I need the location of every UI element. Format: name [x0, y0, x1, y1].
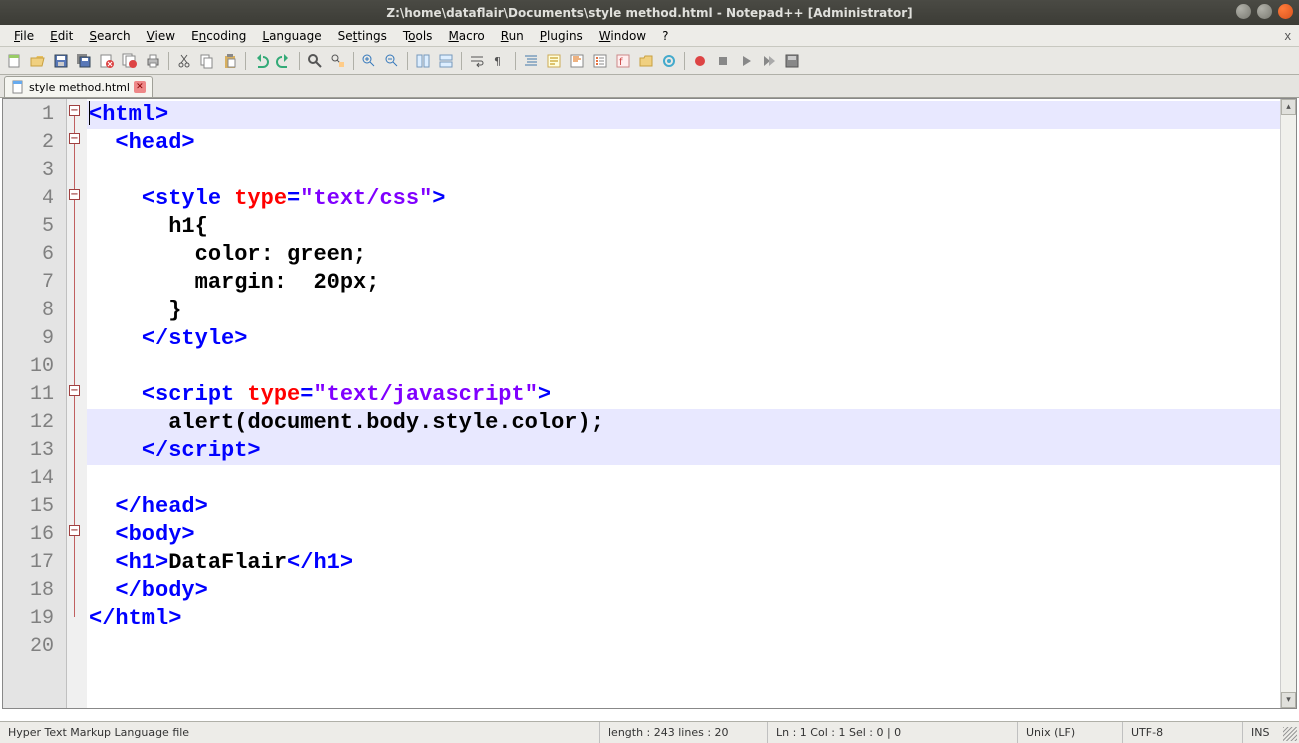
fold-column[interactable]: − − − − −	[67, 99, 87, 708]
minimize-button[interactable]	[1236, 4, 1251, 19]
menu-window[interactable]: Window	[591, 27, 654, 45]
save-macro-button[interactable]	[781, 50, 803, 72]
wordwrap-button[interactable]	[466, 50, 488, 72]
copy-button[interactable]	[196, 50, 218, 72]
doc-list-button[interactable]	[589, 50, 611, 72]
svg-text:¶: ¶	[494, 55, 501, 68]
udl-button[interactable]	[543, 50, 565, 72]
indent-guide-button[interactable]	[520, 50, 542, 72]
menu-edit[interactable]: Edit	[42, 27, 81, 45]
status-bar: Hyper Text Markup Language file length :…	[0, 721, 1299, 743]
code-area[interactable]: <html> <head> <style type="text/css"> h1…	[87, 99, 1296, 708]
toolbar-separator	[461, 52, 462, 70]
open-file-button[interactable]	[27, 50, 49, 72]
toolbar-separator	[299, 52, 300, 70]
zoom-in-button[interactable]	[358, 50, 380, 72]
fold-toggle[interactable]: −	[69, 385, 80, 396]
zoom-out-button[interactable]	[381, 50, 403, 72]
print-button[interactable]	[142, 50, 164, 72]
toolbar-separator	[684, 52, 685, 70]
file-tab[interactable]: style method.html ✕	[4, 76, 153, 97]
file-icon	[11, 80, 25, 94]
new-file-button[interactable]	[4, 50, 26, 72]
fold-toggle[interactable]: −	[69, 525, 80, 536]
monitor-button[interactable]	[658, 50, 680, 72]
menu-search[interactable]: Search	[81, 27, 138, 45]
tab-filename: style method.html	[29, 81, 130, 94]
toolbar-separator	[245, 52, 246, 70]
func-list-button[interactable]: f	[612, 50, 634, 72]
fold-toggle[interactable]: −	[69, 189, 80, 200]
menu-tools[interactable]: Tools	[395, 27, 441, 45]
editor-area[interactable]: 123 456 789 101112 131415 161718 1920 − …	[2, 98, 1297, 709]
play-multi-button[interactable]	[758, 50, 780, 72]
close-file-button[interactable]	[96, 50, 118, 72]
vertical-scrollbar[interactable]: ▴ ▾	[1280, 99, 1296, 708]
save-button[interactable]	[50, 50, 72, 72]
save-all-button[interactable]	[73, 50, 95, 72]
resize-grip[interactable]	[1283, 727, 1297, 741]
menu-macro[interactable]: Macro	[440, 27, 492, 45]
menubar-close-x[interactable]: x	[1285, 28, 1292, 43]
scroll-down-button[interactable]: ▾	[1281, 692, 1296, 708]
record-macro-button[interactable]	[689, 50, 711, 72]
tab-bar: style method.html ✕	[0, 75, 1299, 98]
toolbar-separator	[407, 52, 408, 70]
doc-map-button[interactable]	[566, 50, 588, 72]
redo-button[interactable]	[273, 50, 295, 72]
replace-button[interactable]	[327, 50, 349, 72]
line-number-gutter: 123 456 789 101112 131415 161718 1920	[3, 99, 67, 708]
tab-close-button[interactable]: ✕	[134, 81, 146, 93]
status-length: length : 243 lines : 20	[600, 722, 768, 743]
window-title: Z:\home\dataflair\Documents\style method…	[386, 6, 912, 20]
paste-button[interactable]	[219, 50, 241, 72]
toolbar: ¶ f	[0, 47, 1299, 75]
menu-view[interactable]: View	[139, 27, 183, 45]
window-titlebar: Z:\home\dataflair\Documents\style method…	[0, 0, 1299, 25]
status-filetype: Hyper Text Markup Language file	[0, 722, 600, 743]
menu-encoding[interactable]: Encoding	[183, 27, 254, 45]
sync-v-button[interactable]	[412, 50, 434, 72]
menu-settings[interactable]: Settings	[330, 27, 395, 45]
toolbar-separator	[353, 52, 354, 70]
sync-h-button[interactable]	[435, 50, 457, 72]
toolbar-separator	[515, 52, 516, 70]
menu-help[interactable]: ?	[654, 27, 676, 45]
close-all-button[interactable]	[119, 50, 141, 72]
fold-toggle[interactable]: −	[69, 105, 80, 116]
status-encoding[interactable]: UTF-8	[1123, 722, 1243, 743]
menu-language[interactable]: Language	[254, 27, 329, 45]
play-macro-button[interactable]	[735, 50, 757, 72]
scroll-up-button[interactable]: ▴	[1281, 99, 1296, 115]
find-button[interactable]	[304, 50, 326, 72]
toolbar-separator	[168, 52, 169, 70]
cut-button[interactable]	[173, 50, 195, 72]
menu-plugins[interactable]: Plugins	[532, 27, 591, 45]
maximize-button[interactable]	[1257, 4, 1272, 19]
status-position: Ln : 1 Col : 1 Sel : 0 | 0	[768, 722, 1018, 743]
menu-bar: File Edit Search View Encoding Language …	[0, 25, 1299, 47]
stop-macro-button[interactable]	[712, 50, 734, 72]
show-all-chars-button[interactable]: ¶	[489, 50, 511, 72]
svg-text:f: f	[619, 57, 623, 68]
menu-run[interactable]: Run	[493, 27, 532, 45]
status-eol[interactable]: Unix (LF)	[1018, 722, 1123, 743]
folder-button[interactable]	[635, 50, 657, 72]
menu-file[interactable]: File	[6, 27, 42, 45]
undo-button[interactable]	[250, 50, 272, 72]
close-window-button[interactable]	[1278, 4, 1293, 19]
fold-toggle[interactable]: −	[69, 133, 80, 144]
